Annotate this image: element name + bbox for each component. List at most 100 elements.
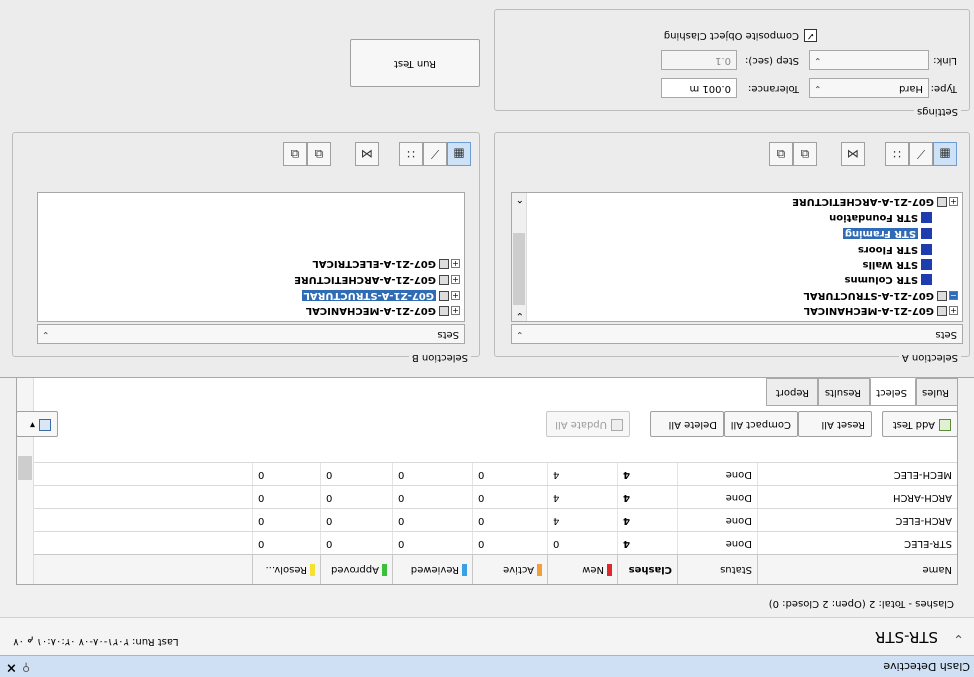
select-in-scene-icon[interactable]: ⧉ bbox=[769, 142, 793, 166]
tree-scroll-thumb[interactable] bbox=[513, 233, 525, 305]
selection-b-tree[interactable]: +G07-Z1-A-MECHANICAL +G07-Z1-A-STRUCTURA… bbox=[37, 192, 465, 322]
tree-item[interactable]: STR Walls bbox=[863, 257, 932, 272]
title-bar: Clash Detective ⚲ × bbox=[0, 655, 974, 677]
add-test-icon bbox=[939, 419, 951, 431]
update-all-button[interactable]: Update All bbox=[546, 411, 630, 437]
selection-b-sets-dropdown[interactable]: Sets ⌄ bbox=[37, 324, 465, 344]
step-label: Step (sec): bbox=[745, 55, 799, 66]
current-test-name: STR-STR bbox=[874, 628, 938, 646]
selection-a-sets-dropdown[interactable]: Sets ⌄ bbox=[511, 324, 963, 344]
close-icon[interactable]: × bbox=[6, 660, 17, 675]
cell-status: Done bbox=[677, 486, 757, 508]
col-header-clashes[interactable]: Clashes bbox=[617, 554, 677, 584]
tree-item[interactable]: +G07-Z1-A-MECHANICAL bbox=[306, 303, 460, 318]
table-row[interactable]: STR-ELEC Done 4 0 0 0 0 0 bbox=[17, 531, 957, 554]
clash-summary: Clashes - Total: 2 (Open: 2 Closed: 0) bbox=[768, 598, 954, 609]
grid-scrollbar[interactable] bbox=[17, 354, 34, 584]
tree-item[interactable]: +G07-Z1-A-ARCHETICTURE bbox=[792, 194, 958, 209]
select-surfaces-icon[interactable]: ▦ bbox=[447, 142, 471, 166]
link-dropdown[interactable]: ⌄ bbox=[809, 50, 929, 70]
settings-label: Settings bbox=[913, 106, 961, 117]
type-dropdown[interactable]: Hard ⌄ bbox=[809, 78, 929, 98]
selection-a-tree[interactable]: +G07-Z1-A-MECHANICAL −G07-Z1-A-STRUCTURA… bbox=[511, 192, 963, 322]
grid-scroll-thumb[interactable] bbox=[18, 456, 32, 480]
col-header-resolved[interactable]: Resolv... bbox=[252, 554, 320, 584]
table-row[interactable]: ARCH-ELEC Done 4 4 0 0 0 0 bbox=[17, 508, 957, 531]
cell-new: 0 bbox=[547, 532, 617, 554]
select-points-icon[interactable]: ∷ bbox=[399, 142, 423, 166]
self-intersect-icon[interactable]: ⋈ bbox=[355, 142, 379, 166]
cell-name: ARCH-ELEC bbox=[757, 509, 957, 531]
tree-item[interactable]: +G07-Z1-A-ELECTRICAL bbox=[312, 256, 460, 271]
tree-item[interactable]: STR Framing bbox=[842, 226, 932, 241]
tree-item[interactable]: +G07-Z1-A-MECHANICAL bbox=[804, 303, 958, 318]
test-header[interactable]: ⌄ STR-STR Last Run: ‏ ۰۷ م ۰۲:۰۸:۰۱ ۰۷-۰… bbox=[0, 617, 974, 655]
delete-all-button[interactable]: Delete All bbox=[650, 411, 724, 437]
cell-name: STR-ELEC bbox=[757, 532, 957, 554]
scroll-down-icon[interactable]: ⌄ bbox=[516, 310, 524, 321]
compact-all-button[interactable]: Compact All bbox=[724, 411, 798, 437]
select-lines-icon[interactable]: ⟋ bbox=[423, 142, 447, 166]
table-row[interactable]: ARCH-ARCH Done 4 4 0 0 0 0 bbox=[17, 485, 957, 508]
composite-object-clashing-checkbox[interactable]: ✓ bbox=[804, 29, 817, 42]
tree-item[interactable]: STR Columns bbox=[845, 272, 932, 287]
tree-item[interactable]: −G07-Z1-A-STRUCTURAL bbox=[804, 288, 958, 303]
col-header-new[interactable]: New bbox=[547, 554, 617, 584]
tab-divider bbox=[0, 377, 974, 378]
selection-b-group: Selection B Sets ⌄ +G07-Z1-A-MECHANICAL +… bbox=[12, 132, 480, 363]
window-title: Clash Detective bbox=[883, 660, 970, 673]
cell-active: 0 bbox=[472, 463, 547, 485]
cell-approved: 0 bbox=[320, 486, 392, 508]
tab-results[interactable]: Results bbox=[818, 378, 870, 406]
cell-new: 4 bbox=[547, 509, 617, 531]
select-surfaces-icon[interactable]: ▦ bbox=[933, 142, 957, 166]
cell-clashes: 4 bbox=[617, 463, 677, 485]
cell-active: 0 bbox=[472, 509, 547, 531]
tree-item[interactable]: +G07-Z1-A-STRUCTURAL bbox=[301, 288, 460, 303]
select-points-icon[interactable]: ∷ bbox=[885, 142, 909, 166]
pin-icon[interactable]: ⚲ bbox=[22, 661, 30, 674]
selection-a-group: Selection A Sets ⌄ +G07-Z1-A-MECHANICAL −… bbox=[494, 132, 970, 363]
tree-item[interactable]: STR Foundation bbox=[829, 210, 932, 225]
tab-rules[interactable]: Rules bbox=[916, 378, 958, 406]
col-header-status[interactable]: Status bbox=[677, 554, 757, 584]
resolved-status-swatch bbox=[310, 564, 315, 576]
import-export-button[interactable]: ▾ bbox=[16, 411, 58, 437]
self-intersect-icon[interactable]: ⋈ bbox=[841, 142, 865, 166]
tree-item[interactable]: +G07-Z1-A-ARCHETICTURE bbox=[294, 272, 460, 287]
cell-status: Done bbox=[677, 463, 757, 485]
layer-icon bbox=[937, 197, 947, 207]
run-test-button[interactable]: Run Test bbox=[350, 39, 480, 87]
collapse-chevron-icon[interactable]: ⌄ bbox=[953, 631, 964, 646]
use-current-selection-icon[interactable]: ⧉ bbox=[307, 142, 331, 166]
scroll-up-icon[interactable]: ⌃ bbox=[516, 193, 524, 204]
col-header-reviewed[interactable]: Reviewed bbox=[392, 554, 472, 584]
grid-header: Name Status Clashes New Active Reviewed … bbox=[17, 554, 957, 584]
use-current-selection-icon[interactable]: ⧉ bbox=[793, 142, 817, 166]
col-header-approved[interactable]: Approved bbox=[320, 554, 392, 584]
reset-all-button[interactable]: Reset All bbox=[798, 411, 872, 437]
tolerance-input[interactable]: 0.001 m bbox=[661, 78, 737, 98]
last-run-text: Last Run: ‏ ۰۷ م ۰۲:۰۸:۰۱ ۰۷-۰۸-۲۰۲۱ bbox=[10, 636, 179, 647]
cell-name: ARCH-ARCH bbox=[757, 486, 957, 508]
cell-reviewed: 0 bbox=[392, 532, 472, 554]
tree-item[interactable]: STR Floors bbox=[858, 242, 932, 257]
tree-scrollbar[interactable]: ⌄ ⌃ bbox=[512, 193, 527, 321]
add-test-button[interactable]: Add Test bbox=[882, 411, 958, 437]
dropdown-arrow-icon: ⌄ bbox=[814, 55, 822, 65]
tab-report[interactable]: Report bbox=[766, 378, 818, 406]
cell-approved: 0 bbox=[320, 532, 392, 554]
dropdown-arrow-icon: ⌄ bbox=[814, 83, 822, 93]
col-header-name[interactable]: Name bbox=[757, 554, 957, 584]
select-in-scene-icon[interactable]: ⧉ bbox=[283, 142, 307, 166]
selection-set-icon bbox=[921, 212, 932, 224]
step-input[interactable]: 0.1 bbox=[661, 50, 737, 70]
active-status-swatch bbox=[537, 564, 542, 576]
select-lines-icon[interactable]: ⟋ bbox=[909, 142, 933, 166]
cell-resolved: 0 bbox=[252, 486, 320, 508]
table-row[interactable]: MECH-ELEC Done 4 4 0 0 0 0 bbox=[17, 462, 957, 485]
selection-set-icon bbox=[921, 274, 932, 286]
tab-select[interactable]: Select bbox=[870, 378, 916, 406]
col-header-active[interactable]: Active bbox=[472, 554, 547, 584]
cell-name: MECH-ELEC bbox=[757, 463, 957, 485]
